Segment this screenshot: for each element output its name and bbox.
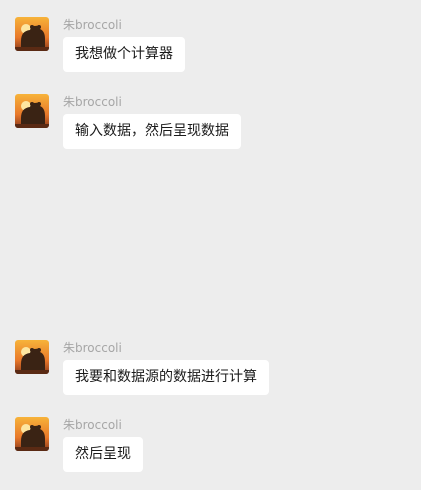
bear-sunset-avatar-icon: [15, 17, 49, 51]
sender-name: 朱broccoli: [63, 341, 122, 355]
bear-sunset-avatar-icon: [15, 94, 49, 128]
avatar[interactable]: [15, 340, 49, 374]
sender-name: 朱broccoli: [63, 95, 122, 109]
sender-name: 朱broccoli: [63, 418, 122, 432]
avatar[interactable]: [15, 17, 49, 51]
message-bubble[interactable]: 我要和数据源的数据进行计算: [63, 360, 269, 395]
message-bubble[interactable]: 然后呈现: [63, 437, 143, 472]
message-bubble[interactable]: 我想做个计算器: [63, 37, 185, 72]
message-bubble[interactable]: 输入数据，然后呈现数据: [63, 114, 241, 149]
avatar[interactable]: [15, 94, 49, 128]
chat-area[interactable]: 朱broccoli 我想做个计算器 朱broccoli 输入数据，然后呈现数据 …: [0, 0, 421, 490]
sender-name: 朱broccoli: [63, 18, 122, 32]
bear-sunset-avatar-icon: [15, 417, 49, 451]
avatar[interactable]: [15, 417, 49, 451]
bear-sunset-avatar-icon: [15, 340, 49, 374]
